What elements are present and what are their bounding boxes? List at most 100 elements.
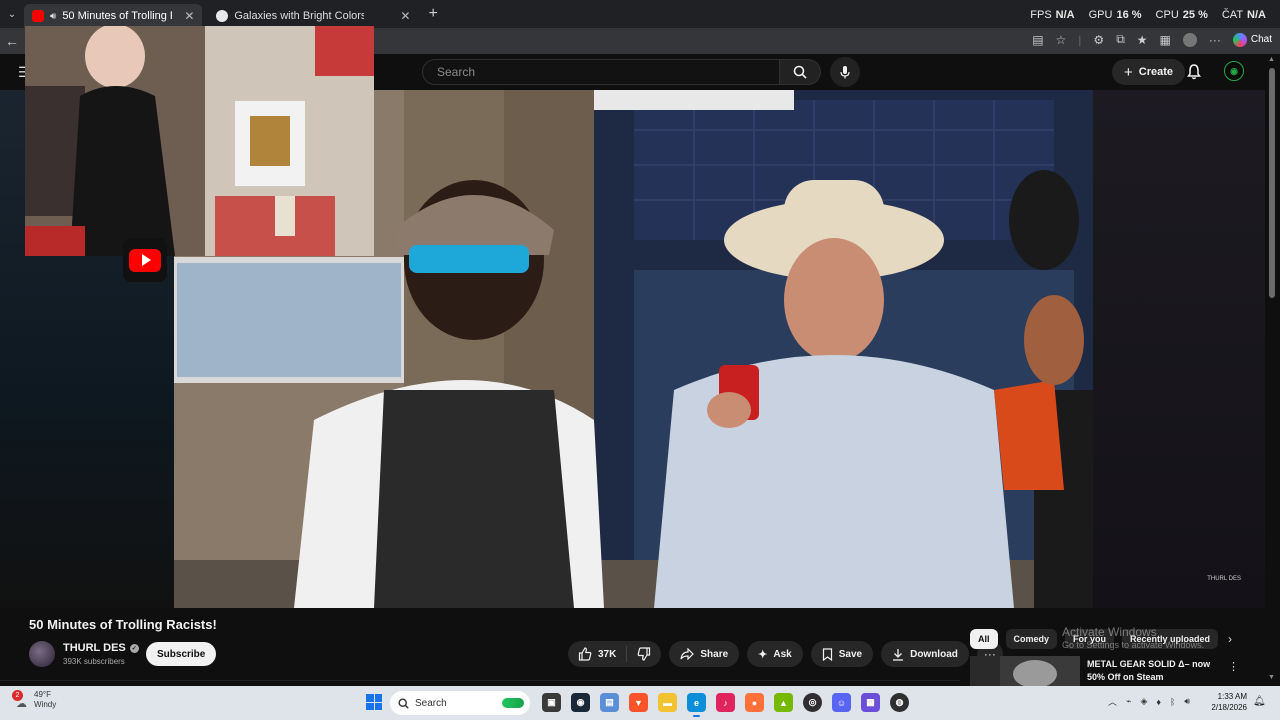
- screen: ⌄ 🔊︎ 50 Minutes of Trolling Racists ✕ Ga…: [0, 0, 1280, 720]
- ask-button[interactable]: ✦ Ask: [747, 641, 803, 667]
- search-button[interactable]: [779, 59, 821, 85]
- recommendation-thumbnail[interactable]: [970, 656, 1080, 686]
- browser-tab-strip: ⌄ 🔊︎ 50 Minutes of Trolling Racists ✕ Ga…: [0, 0, 1280, 28]
- bluetooth-icon[interactable]: ᛒ: [1170, 697, 1175, 707]
- profile-avatar-icon[interactable]: [1182, 32, 1197, 47]
- discord-icon[interactable]: ☺: [832, 693, 851, 712]
- extensions-icon[interactable]: ⚙: [1093, 33, 1104, 47]
- scroll-down-arrow-icon[interactable]: ▼: [1268, 674, 1275, 681]
- speaker-icon[interactable]: 🔊︎: [50, 11, 56, 22]
- taskbar-clock[interactable]: 1:33 AM 2/18/2026: [1207, 691, 1247, 713]
- channel-avatar[interactable]: [29, 641, 55, 667]
- like-button[interactable]: 37K: [568, 646, 628, 662]
- chevron-right-icon[interactable]: ›: [1228, 632, 1232, 646]
- chip-all[interactable]: All: [970, 629, 998, 649]
- chat-label: Chat: [1250, 34, 1272, 45]
- weather-widget[interactable]: 2 ☁ 49°F Windy: [12, 690, 57, 710]
- page-scrollbar[interactable]: ▲ ▼: [1265, 54, 1280, 686]
- share-button[interactable]: Share: [669, 641, 740, 667]
- dislike-button[interactable]: [627, 647, 661, 661]
- split-screen-icon[interactable]: ⧉: [1116, 32, 1125, 47]
- recommendation-title-line2: 50% Off on Steam: [1087, 672, 1164, 682]
- tab-active[interactable]: 🔊︎ 50 Minutes of Trolling Racists ✕: [24, 4, 203, 28]
- recommendation-more-icon[interactable]: ⋮: [1228, 660, 1239, 673]
- windows-start-icon[interactable]: [366, 694, 382, 710]
- copilot-chat-button[interactable]: Chat: [1232, 32, 1272, 47]
- cat-stat: ČAT N/A: [1221, 9, 1266, 21]
- nvidia-icon[interactable]: ▲: [774, 693, 793, 712]
- scroll-up-arrow-icon[interactable]: ▲: [1268, 56, 1275, 63]
- clock-time: 1:33 AM: [1217, 692, 1247, 701]
- capcut-icon[interactable]: ♪: [716, 693, 735, 712]
- video-title: 50 Minutes of Trolling Racists!: [29, 617, 217, 632]
- notification-center-icon[interactable]: 🔔︎: [1253, 696, 1266, 707]
- grid-app-icon[interactable]: ▦: [861, 693, 880, 712]
- favorite-star-icon[interactable]: ☆: [1056, 33, 1067, 47]
- chip-comedy[interactable]: Comedy: [1005, 629, 1058, 649]
- microphone-tray-icon[interactable]: ♦: [1156, 697, 1161, 707]
- collections-icon[interactable]: ▦: [1160, 33, 1171, 47]
- voice-search-button[interactable]: [830, 57, 860, 87]
- scrollbar-thumb[interactable]: [1269, 68, 1275, 298]
- save-button[interactable]: Save: [810, 641, 874, 667]
- tray-overflow-chevron-icon[interactable]: ︿: [1108, 695, 1117, 708]
- channel-name[interactable]: THURL DES: [63, 642, 126, 654]
- notepad-icon[interactable]: ▤: [600, 693, 619, 712]
- more-menu-icon[interactable]: ···: [1209, 33, 1221, 47]
- cpu-stat: CPU 25 %: [1155, 9, 1208, 21]
- performance-overlay: FPS N/A GPU 16 % CPU 25 % ČAT N/A: [1030, 9, 1266, 21]
- bell-icon: [1187, 64, 1201, 80]
- recommendation-title-line1: METAL GEAR SOLID Δ– now: [1087, 659, 1211, 669]
- tab-inactive[interactable]: Galaxies with Bright Colors ✕: [208, 4, 418, 28]
- youtube-logo-icon: [123, 238, 167, 282]
- obs-icon[interactable]: ◎: [803, 693, 822, 712]
- volume-icon[interactable]: 🔊︎: [1184, 696, 1190, 707]
- firefox-icon[interactable]: ●: [745, 693, 764, 712]
- chrome-icon[interactable]: ◍: [890, 693, 909, 712]
- copilot-icon: [1232, 32, 1247, 47]
- activate-windows-watermark: Activate Windows Go to Settings to activ…: [1062, 625, 1204, 650]
- search-highlight-icon: [502, 698, 524, 708]
- subscribe-button[interactable]: Subscribe: [146, 642, 217, 666]
- steam-icon[interactable]: ◉: [571, 693, 590, 712]
- channel-name-row[interactable]: THURL DES ✓: [63, 642, 139, 654]
- task-view-icon[interactable]: ▣: [542, 693, 561, 712]
- recommendation-title[interactable]: METAL GEAR SOLID Δ– now 50% Off on Steam: [1087, 658, 1227, 684]
- reader-view-icon[interactable]: ▤: [1032, 33, 1043, 47]
- network-icon[interactable]: ⌁: [1126, 696, 1131, 707]
- search-input[interactable]: [437, 65, 779, 79]
- system-tray: ︿ ⌁ ◈ ♦ ᛒ 🔊︎: [1108, 695, 1190, 708]
- download-label: Download: [910, 648, 958, 660]
- file-explorer-icon[interactable]: ▬: [658, 693, 677, 712]
- verified-check-icon: ✓: [129, 643, 139, 653]
- weather-temperature: 49°F: [34, 690, 51, 699]
- favorites-icon[interactable]: ★: [1137, 33, 1148, 47]
- taskbar-search-label: Search: [415, 697, 447, 709]
- edge-browser-icon[interactable]: e: [687, 693, 706, 717]
- taskbar-apps: ▣ ◉ ▤ ▼ ▬ e ♪ ● ▲ ◎ ☺ ▦ ◍: [542, 693, 909, 717]
- activate-windows-title: Activate Windows: [1062, 625, 1157, 639]
- security-icon[interactable]: ◈: [1140, 696, 1147, 707]
- tab-close-icon[interactable]: ✕: [400, 9, 410, 23]
- account-avatar[interactable]: ◉: [1224, 61, 1244, 81]
- download-button[interactable]: Download: [881, 641, 969, 667]
- create-button[interactable]: + Create: [1112, 59, 1186, 85]
- clock-date: 2/18/2026: [1211, 703, 1247, 712]
- back-arrow-icon[interactable]: ←: [0, 33, 24, 49]
- plus-icon: +: [1124, 63, 1133, 81]
- search-icon: [398, 697, 409, 709]
- brave-browser-icon[interactable]: ▼: [629, 693, 648, 712]
- browser-toolbar: ▤ ☆ | ⚙ ⧉ ★ ▦ ··· Chat: [1032, 32, 1272, 47]
- tab-close-icon[interactable]: ✕: [184, 9, 194, 23]
- notifications-button[interactable]: [1186, 63, 1202, 85]
- tab-list-menu-icon[interactable]: ⌄: [0, 0, 24, 28]
- like-count: 37K: [598, 648, 617, 660]
- divider: |: [1078, 32, 1082, 47]
- taskbar-search[interactable]: Search: [390, 691, 530, 715]
- subscriber-count: 393K subscribers: [63, 657, 125, 666]
- new-tab-button[interactable]: +: [428, 5, 437, 23]
- weather-description: Windy: [34, 700, 57, 709]
- share-label: Share: [700, 648, 729, 660]
- share-arrow-icon: [680, 648, 695, 660]
- search-box: [422, 59, 780, 85]
